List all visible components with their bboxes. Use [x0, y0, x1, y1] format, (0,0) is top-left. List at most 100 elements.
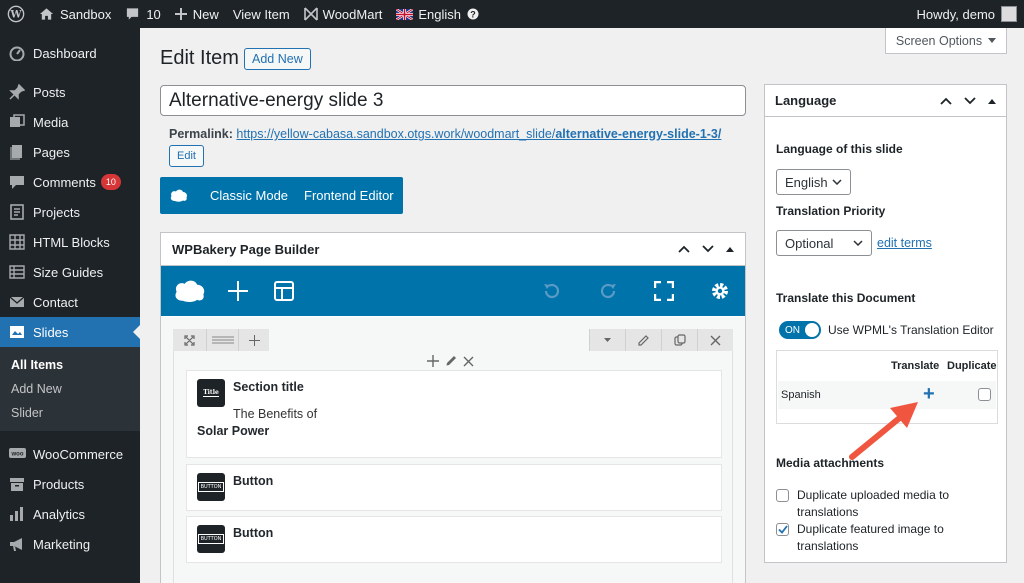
language-switcher[interactable]: English ?: [389, 0, 486, 28]
sidebar-item-label: Products: [33, 476, 85, 492]
row-layout-icon[interactable]: [207, 329, 239, 351]
submenu-add-new[interactable]: Add New: [0, 377, 140, 401]
language-select[interactable]: English: [776, 169, 851, 195]
col-header-duplicate: Duplicate: [947, 360, 997, 372]
toggle-label: Use WPML's Translation Editor: [828, 323, 994, 337]
element-button[interactable]: BUTTON Button: [186, 464, 722, 511]
row-move-icon[interactable]: [173, 329, 207, 351]
wpbakery-header: WPBakery Page Builder: [161, 233, 745, 266]
column-edit-icon[interactable]: [445, 355, 457, 367]
sidebar-item-size-guides[interactable]: Size Guides: [0, 257, 140, 287]
permalink-link[interactable]: https://yellow-cabasa.sandbox.otgs.work/…: [236, 127, 721, 141]
toggle-state: ON: [785, 324, 800, 336]
svg-text:woo: woo: [10, 452, 23, 458]
chart-icon: [7, 504, 27, 524]
row-add-column-icon[interactable]: [239, 329, 269, 351]
chevron-up-icon[interactable]: [940, 97, 952, 105]
submenu-slider[interactable]: Slider: [0, 401, 140, 425]
frontend-editor-button[interactable]: Frontend Editor: [296, 177, 402, 214]
sidebar-item-label: Analytics: [33, 506, 86, 522]
column-delete-icon[interactable]: [463, 356, 474, 367]
element-title: Section title: [233, 380, 304, 394]
svg-text:W: W: [9, 10, 22, 21]
add-new-button[interactable]: Add New: [244, 48, 311, 70]
sidebar-item-posts[interactable]: Posts: [0, 77, 140, 107]
projects-icon: [7, 202, 27, 222]
row-edit-pencil-icon[interactable]: [625, 329, 661, 351]
dup-featured-checkbox[interactable]: [776, 523, 789, 536]
woodmart-link[interactable]: WoodMart: [297, 0, 390, 28]
templates-icon[interactable]: [271, 278, 297, 304]
sidebar-item-html-blocks[interactable]: HTML Blocks: [0, 227, 140, 257]
language-box-title: Language: [775, 93, 837, 108]
add-translation-plus-icon[interactable]: +: [923, 383, 935, 406]
toggle-panel-icon[interactable]: [726, 246, 734, 252]
translation-editor-toggle[interactable]: ON: [779, 321, 821, 339]
new-content-link[interactable]: New: [168, 0, 226, 28]
table-icon: [7, 262, 27, 282]
dup-media-checkbox[interactable]: [776, 489, 789, 502]
chevron-up-icon[interactable]: [678, 245, 690, 253]
edit-slug-button[interactable]: Edit: [169, 145, 204, 167]
sidebar-item-pages[interactable]: Pages: [0, 137, 140, 167]
add-element-icon[interactable]: [225, 278, 251, 304]
grid-icon: [7, 232, 27, 252]
sidebar-item-label: Projects: [33, 204, 80, 220]
sidebar-item-contact[interactable]: Contact: [0, 287, 140, 317]
title-element-icon-text: Title: [203, 389, 219, 397]
submenu-all-items[interactable]: All Items: [0, 353, 140, 377]
toggle-panel-icon[interactable]: [988, 98, 996, 104]
permalink-slug: alternative-energy-slide-1-3/: [555, 127, 722, 141]
sidebar-item-analytics[interactable]: Analytics: [0, 499, 140, 529]
col-header-translate: Translate: [891, 360, 940, 372]
sidebar-item-products[interactable]: Products: [0, 469, 140, 499]
chevron-down-icon[interactable]: [964, 96, 976, 105]
permalink-base: https://yellow-cabasa.sandbox.otgs.work/…: [236, 127, 556, 141]
permalink-label: Permalink:: [169, 127, 233, 141]
row-clone-icon[interactable]: [661, 329, 697, 351]
screen-options-button[interactable]: Screen Options: [885, 28, 1007, 54]
undo-icon[interactable]: [539, 278, 565, 304]
site-name-link[interactable]: Sandbox: [32, 0, 118, 28]
sidebar-item-marketing[interactable]: Marketing: [0, 529, 140, 559]
priority-select[interactable]: Optional: [776, 230, 872, 256]
lang-of-slide-label: Language of this slide: [776, 142, 903, 156]
sidebar-item-projects[interactable]: Projects: [0, 197, 140, 227]
fullscreen-icon[interactable]: [651, 278, 677, 304]
media-attachments-label: Media attachments: [776, 456, 885, 470]
column-controls: [427, 355, 474, 367]
view-item-link[interactable]: View Item: [226, 0, 297, 28]
dup-media-label: Duplicate uploaded media to translations: [797, 488, 950, 519]
sidebar-item-dashboard[interactable]: Dashboard: [0, 38, 140, 68]
archive-icon: [7, 474, 27, 494]
settings-gear-icon[interactable]: [707, 278, 733, 304]
comments-link[interactable]: 10: [118, 0, 167, 28]
element-text-line-2: Solar Power: [197, 424, 270, 438]
sidebar-item-slides[interactable]: Slides: [0, 317, 140, 347]
post-title-input[interactable]: [160, 85, 746, 116]
comments-badge: 10: [100, 174, 121, 190]
classic-mode-button[interactable]: Classic Mode: [202, 177, 296, 214]
wordpress-logo-icon[interactable]: W: [0, 0, 32, 28]
sidebar-item-comments[interactable]: Comments 10: [0, 167, 140, 197]
duplicate-checkbox[interactable]: [978, 388, 991, 401]
help-icon[interactable]: ?: [467, 8, 479, 20]
redo-icon[interactable]: [595, 278, 621, 304]
column-add-icon[interactable]: [427, 355, 439, 367]
sidebar-item-label: Slides: [33, 324, 69, 340]
sidebar-item-label: Marketing: [33, 536, 91, 552]
account-menu[interactable]: Howdy, demo: [909, 0, 1024, 28]
wpbakery-cloud-icon[interactable]: [173, 278, 207, 304]
sidebar-item-media[interactable]: Media: [0, 107, 140, 137]
element-section-title[interactable]: Title Section title The Benefits of Sola…: [186, 370, 722, 458]
edit-terms-link[interactable]: edit terms: [877, 236, 932, 250]
woo-icon: woo: [7, 444, 27, 464]
row-delete-icon[interactable]: [697, 329, 733, 351]
element-button[interactable]: BUTTON Button: [186, 516, 722, 563]
priority-select-value: Optional: [785, 235, 834, 251]
translate-doc-label: Translate this Document: [776, 291, 916, 305]
sidebar-item-woocommerce[interactable]: woo WooCommerce: [0, 439, 140, 469]
row-toggle-icon[interactable]: [589, 329, 625, 351]
media-icon: [7, 112, 27, 132]
chevron-down-icon[interactable]: [702, 245, 714, 253]
